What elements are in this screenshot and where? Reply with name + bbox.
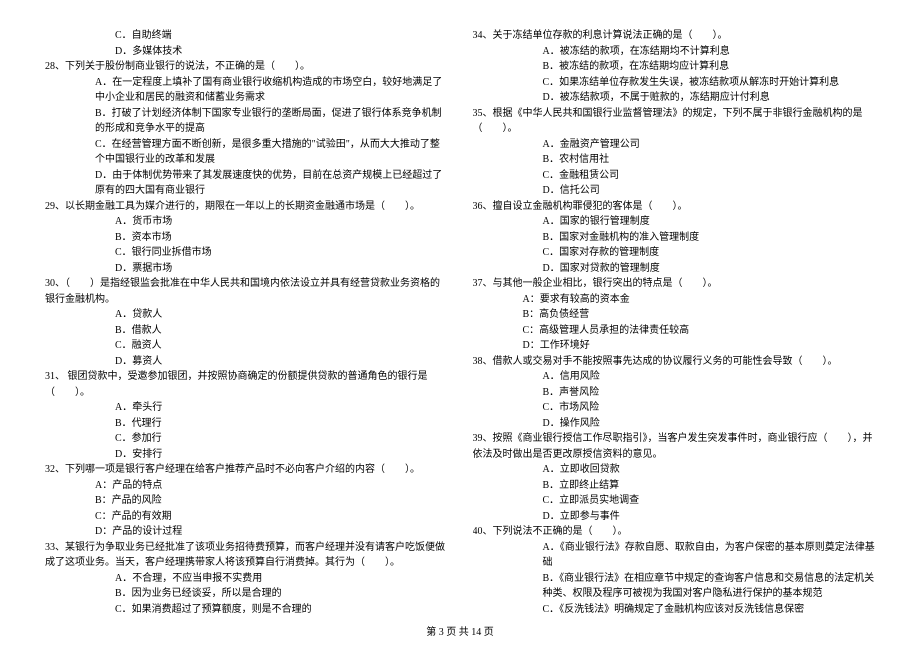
option-text: A．被冻结的款项，在冻结期均不计算利息: [473, 44, 876, 60]
option-text: A：产品的特点: [45, 478, 448, 494]
option-text: C．如果冻结单位存款发生失误，被冻结款项从解冻时开始计算利息: [473, 75, 876, 91]
question-text: 34、关于冻结单位存款的利息计算说法正确的是（ ）。: [473, 28, 876, 44]
option-text: A．牵头行: [45, 400, 448, 416]
question-text: 40、下列说法不正确的是（ ）。: [473, 524, 876, 540]
option-text: A．金融资产管理公司: [473, 137, 876, 153]
question-text: 38、借款人或交易对手不能按照事先达成的协议履行义务的可能性会导致（ ）。: [473, 354, 876, 370]
question-text: 39、按照《商业银行授信工作尽职指引》，当客户发生突发事件时，商业银行应（ ），…: [473, 431, 876, 462]
option-text: C：产品的有效期: [45, 509, 448, 525]
option-text: B．被冻结的款项，在冻结期均应计算利息: [473, 59, 876, 75]
option-text: C．立即派员实地调查: [473, 493, 876, 509]
option-text: D．被冻结款项，不属于赃款的，冻结期应计付利息: [473, 90, 876, 106]
option-text: D．操作风险: [473, 416, 876, 432]
page-footer: 第 3 页 共 14 页: [0, 625, 920, 641]
question-text: 31、 银团贷款中，受邀参加银团，并按照协商确定的份额提供贷款的普通角色的银行是…: [45, 369, 448, 400]
option-text: B．国家对金融机构的准入管理制度: [473, 230, 876, 246]
right-column: 34、关于冻结单位存款的利息计算说法正确的是（ ）。A．被冻结的款项，在冻结期均…: [473, 28, 876, 618]
option-text: D．国家对贷款的管理制度: [473, 261, 876, 277]
option-text: C：高级管理人员承担的法律责任较高: [473, 323, 876, 339]
option-text: B．资本市场: [45, 230, 448, 246]
option-text: C．融资人: [45, 338, 448, 354]
option-text: B．立即终止结算: [473, 478, 876, 494]
option-text: D．票据市场: [45, 261, 448, 277]
option-text: A．《商业银行法》存款自愿、取款自由，为客户保密的基本原则奠定法律基础: [473, 540, 876, 571]
question-text: 37、与其他一般企业相比，银行突出的特点是（ ）。: [473, 276, 876, 292]
option-text: A．国家的银行管理制度: [473, 214, 876, 230]
question-text: 29、以长期金融工具为媒介进行的，期限在一年以上的长期资金融通市场是（ ）。: [45, 199, 448, 215]
question-text: 28、下列关于股份制商业银行的说法，不正确的是（ ）。: [45, 59, 448, 75]
option-text: C．国家对存款的管理制度: [473, 245, 876, 261]
question-text: 30、（ ）是指经银监会批准在中华人民共和国境内依法设立并具有经营贷款业务资格的…: [45, 276, 448, 307]
question-text: 35、根据《中华人民共和国银行业监督管理法》的规定，下列不属于非银行金融机构的是…: [473, 106, 876, 137]
two-column-layout: C．自助终端D．多媒体技术28、下列关于股份制商业银行的说法，不正确的是（ ）。…: [45, 28, 875, 618]
option-text: C．银行同业拆借市场: [45, 245, 448, 261]
option-text: A：要求有较高的资本金: [473, 292, 876, 308]
option-text: B．声誉风险: [473, 385, 876, 401]
question-text: 36、擅自设立金融机构罪侵犯的客体是（ ）。: [473, 199, 876, 215]
left-column: C．自助终端D．多媒体技术28、下列关于股份制商业银行的说法，不正确的是（ ）。…: [45, 28, 448, 618]
option-text: D．我国对客户隐私保护进行了专门的立法: [473, 617, 876, 618]
option-text: B．《商业银行法》在相应章节中规定的查询客户信息和交易信息的法定机关种类、权限及…: [473, 571, 876, 602]
option-text: B：高负债经营: [473, 307, 876, 323]
option-text: B．打破了计划经济体制下国家专业银行的垄断局面，促进了银行体系竞争机制的形成和竞…: [45, 106, 448, 137]
option-text: B．借款人: [45, 323, 448, 339]
option-text: D．由于体制优势带来了其发展速度快的优势，目前在总资产规模上已经超过了原有的四大…: [45, 168, 448, 199]
option-text: A．信用风险: [473, 369, 876, 385]
option-text: D．多媒体技术: [45, 44, 448, 60]
option-text: A．贷款人: [45, 307, 448, 323]
option-text: B．因为业务已经谈妥，所以是合理的: [45, 586, 448, 602]
option-text: D：工作环境好: [473, 338, 876, 354]
option-text: C．自助终端: [45, 28, 448, 44]
option-text: C．参加行: [45, 431, 448, 447]
option-text: A．不合理，不应当申报不实费用: [45, 571, 448, 587]
option-text: A．货币市场: [45, 214, 448, 230]
option-text: C．如果消费超过了预算额度，则是不合理的: [45, 602, 448, 618]
option-text: C．市场风险: [473, 400, 876, 416]
option-text: A．立即收回贷款: [473, 462, 876, 478]
option-text: D．募资人: [45, 354, 448, 370]
option-text: A．在一定程度上填补了国有商业银行收缩机构造成的市场空白，较好地满足了中小企业和…: [45, 75, 448, 106]
option-text: B．农村信用社: [473, 152, 876, 168]
option-text: D．安排行: [45, 447, 448, 463]
option-text: B：产品的风险: [45, 493, 448, 509]
question-text: 32、下列哪一项是银行客户经理在给客户推荐产品时不必向客户介绍的内容（ ）。: [45, 462, 448, 478]
option-text: C．《反洗钱法》明确规定了金融机构应该对反洗钱信息保密: [473, 602, 876, 618]
option-text: D：产品的设计过程: [45, 524, 448, 540]
option-text: D．信托公司: [473, 183, 876, 199]
question-text: 33、某银行为争取业务已经批准了该项业务招待费预算，而客户经理并没有请客户吃饭便…: [45, 540, 448, 571]
option-text: D．立即参与事件: [473, 509, 876, 525]
option-text: B．代理行: [45, 416, 448, 432]
option-text: C．金融租赁公司: [473, 168, 876, 184]
option-text: C．在经营管理方面不断创新，是很多重大措施的"试验田"，从而大大推动了整个中国银…: [45, 137, 448, 168]
option-text: D．是合理的，因为客户经理并没有浪费: [45, 617, 448, 618]
